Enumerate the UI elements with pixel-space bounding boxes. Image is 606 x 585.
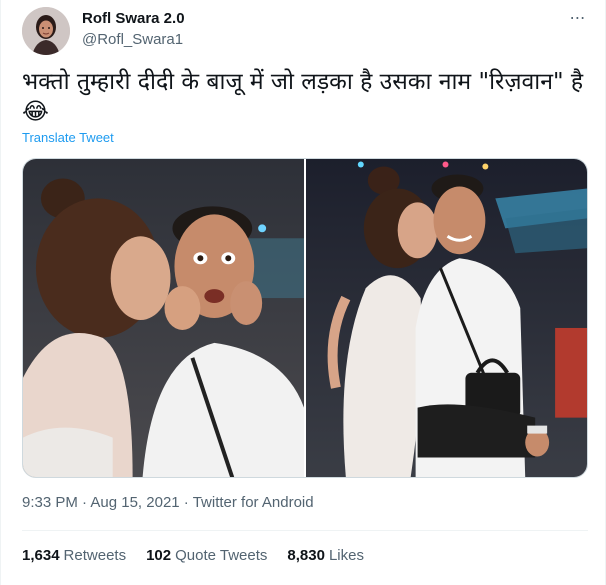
likes-stat[interactable]: 8,830 Likes bbox=[287, 547, 364, 564]
retweets-label: Retweets bbox=[63, 547, 127, 564]
tweet-card: Rofl Swara 2.0 @Rofl_Swara1 ⋯ भक्तो तुम्… bbox=[0, 0, 606, 585]
avatar-image bbox=[22, 7, 70, 55]
quote-tweets-label: Quote Tweets bbox=[175, 547, 268, 564]
likes-label: Likes bbox=[328, 547, 364, 564]
author-handle[interactable]: @Rofl_Swara1 bbox=[82, 31, 183, 48]
tweet-source[interactable]: Twitter for Android bbox=[193, 494, 314, 511]
quote-tweets-stat[interactable]: 102 Quote Tweets bbox=[146, 547, 267, 564]
meta-separator: · bbox=[179, 494, 193, 511]
quote-tweets-count: 102 bbox=[146, 547, 172, 564]
likes-count: 8,830 bbox=[287, 547, 325, 564]
tweet-metadata: 9:33 PM · Aug 15, 2021 · Twitter for And… bbox=[22, 494, 314, 511]
author-avatar[interactable] bbox=[22, 7, 70, 55]
tweet-time[interactable]: 9:33 PM bbox=[22, 494, 78, 511]
media-photo-1[interactable] bbox=[23, 159, 304, 477]
tweet-date[interactable]: Aug 15, 2021 bbox=[90, 494, 179, 511]
photo-kiss-cheek-closeup-image bbox=[23, 159, 304, 477]
retweets-stat[interactable]: 1,634 Retweets bbox=[22, 547, 126, 564]
more-options-icon[interactable]: ⋯ bbox=[567, 8, 589, 30]
engagement-stats: 1,634 Retweets 102 Quote Tweets 8,830 Likes bbox=[22, 547, 384, 564]
photo-kiss-standing-image bbox=[306, 159, 587, 477]
meta-separator: · bbox=[77, 494, 91, 511]
translate-tweet-link[interactable]: Translate Tweet bbox=[22, 130, 114, 145]
divider bbox=[22, 530, 588, 531]
tweet-media bbox=[22, 158, 588, 478]
media-photo-2[interactable] bbox=[306, 159, 587, 477]
retweets-count: 1,634 bbox=[22, 547, 60, 564]
author-name[interactable]: Rofl Swara 2.0 bbox=[82, 10, 185, 27]
tweet-text: भक्तो तुम्हारी दीदी के बाजू में जो लड़का… bbox=[22, 69, 584, 125]
